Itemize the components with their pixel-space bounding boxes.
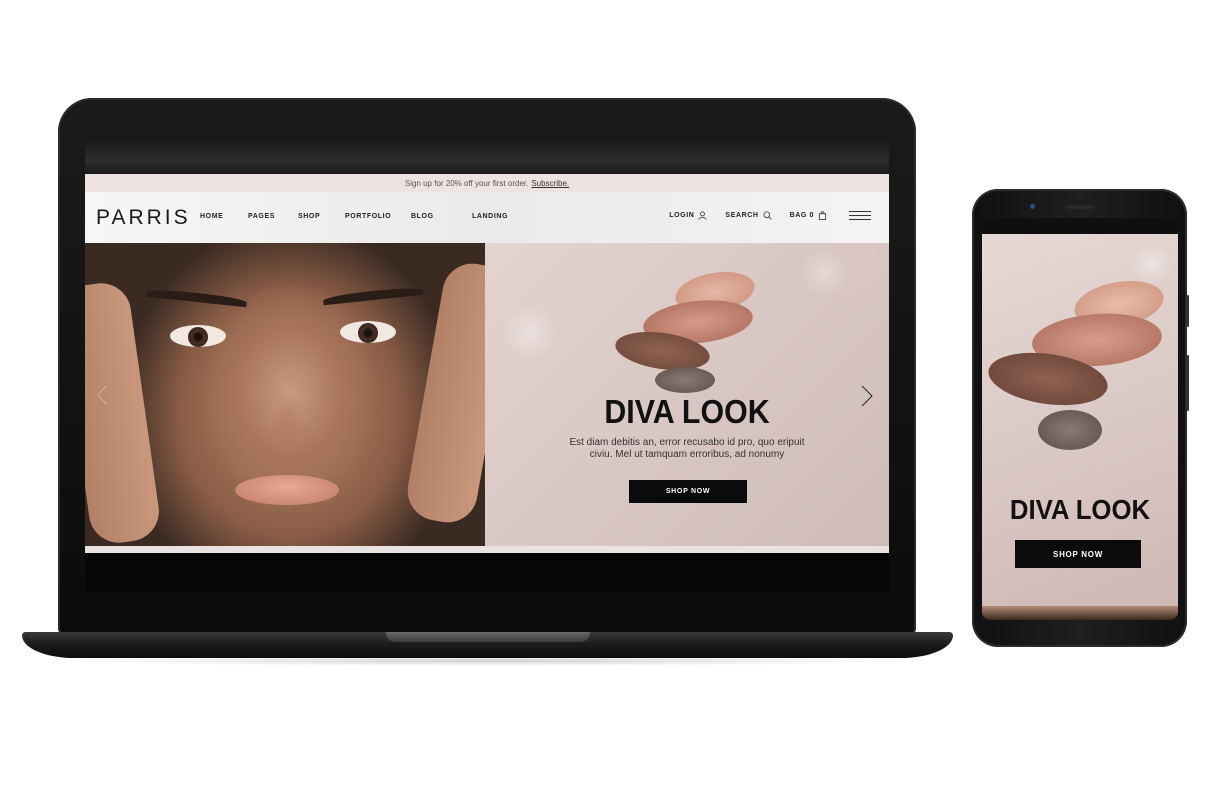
browser-topbar (85, 140, 889, 174)
bag-label: BAG 0 (789, 212, 814, 219)
phone-hero-title: DIVA LOOK (1009, 494, 1151, 525)
phone-next-section (982, 606, 1178, 620)
search-button[interactable]: SEARCH (725, 211, 772, 220)
phone-hero: DIVA LOOK SHOP NOW (982, 234, 1178, 606)
camera-icon (1030, 204, 1035, 209)
subscribe-link[interactable]: Subscribe. (531, 179, 569, 188)
right-eye (340, 321, 396, 343)
main-nav: PARRIS HOME PAGES SHOP PORTFOLIO BLOG LA… (85, 192, 889, 243)
hero-slide-content: DIVA LOOK Est diam debitis an, error rec… (485, 243, 889, 546)
promo-text: Sign up for 20% off your first order. (404, 178, 529, 188)
nav-item-pages[interactable]: PAGES (248, 213, 298, 220)
nav-menu: HOME PAGES SHOP PORTFOLIO BLOG LANDING (200, 213, 512, 220)
eyeshadow-swatch (655, 367, 715, 393)
hero-title: DIVA LOOK (604, 393, 770, 430)
laptop-screen: Sign up for 20% off your first order. Su… (85, 140, 889, 592)
phone-speaker (1067, 205, 1093, 209)
right-eyebrow (322, 285, 424, 306)
next-slide-icon[interactable] (861, 385, 873, 407)
phone-shop-now-button[interactable]: SHOP NOW (1015, 540, 1141, 568)
prev-slide-icon[interactable] (97, 385, 107, 405)
nav-item-shop[interactable]: SHOP (298, 213, 345, 220)
search-label: SEARCH (725, 212, 759, 219)
nav-item-home[interactable]: HOME (200, 213, 248, 220)
slider-bottom-strip (85, 546, 889, 553)
screen-bottom-bezel (85, 553, 889, 592)
shop-now-button[interactable]: SHOP NOW (629, 480, 747, 503)
login-button[interactable]: LOGIN (669, 211, 707, 220)
search-icon (763, 211, 772, 220)
nav-item-blog[interactable]: BLOG (411, 213, 472, 220)
hero-description: Est diam debitis an, error recusabo id p… (569, 437, 805, 460)
right-hand (402, 258, 485, 528)
laptop-hinge-notch (386, 632, 590, 642)
nav-actions: LOGIN SEARCH BAG 0 (651, 211, 871, 220)
phone-screen: DIVA LOOK SHOP NOW (982, 218, 1178, 620)
hero-model-image (85, 243, 485, 546)
user-icon (698, 211, 707, 220)
hamburger-menu-icon[interactable] (849, 211, 871, 220)
promo-bar: Sign up for 20% off your first order. Su… (85, 174, 889, 192)
phone-side-button (1186, 295, 1189, 327)
lips (235, 475, 339, 505)
nav-item-portfolio[interactable]: PORTFOLIO (345, 213, 411, 220)
nav-item-landing[interactable]: LANDING (472, 213, 512, 220)
bag-button[interactable]: BAG 0 (790, 211, 827, 220)
login-label: LOGIN (669, 212, 695, 219)
left-eye (170, 325, 226, 347)
phone-status-area (982, 218, 1178, 234)
phone-side-button (1186, 355, 1189, 411)
left-hand (85, 279, 163, 546)
laptop-shadow (60, 656, 920, 666)
eyeshadow-swatch (1038, 410, 1102, 450)
left-eyebrow (146, 287, 248, 308)
site-logo[interactable]: PARRIS (96, 206, 191, 230)
bag-icon (818, 211, 827, 220)
nose (270, 393, 304, 453)
